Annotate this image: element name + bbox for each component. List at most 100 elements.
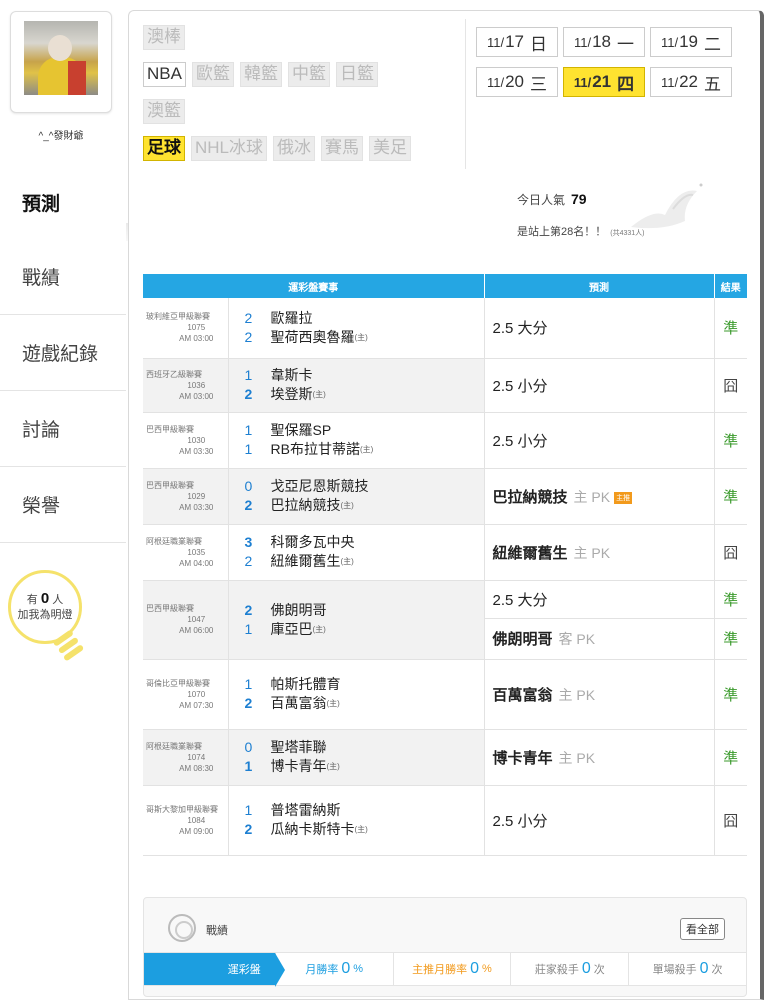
sport-tag[interactable]: 賽馬 xyxy=(321,136,364,161)
prediction-pick: 紐維爾舊生 xyxy=(492,544,568,562)
team-name[interactable]: 佛朗明哥 xyxy=(271,601,327,620)
sport-tag[interactable]: NHL冰球 xyxy=(191,136,268,161)
sport-tag[interactable]: 韓籃 xyxy=(239,62,282,87)
date-month: 11/ xyxy=(573,34,592,50)
league-name: 阿根廷職業聯賽 xyxy=(146,741,202,751)
stat-unit: % xyxy=(482,963,492,975)
see-all-button[interactable]: 看全部 xyxy=(680,918,725,940)
date-month: 11/ xyxy=(660,34,679,50)
stat-unit: % xyxy=(353,963,364,975)
sport-tag[interactable]: 歐籃 xyxy=(191,62,234,87)
sport-row: NBA 歐籃 韓籃 中籃 日籃 xyxy=(143,62,457,87)
league-name: 阿根廷職業聯賽 xyxy=(146,536,202,546)
team-score: 0 xyxy=(244,739,253,755)
team-name[interactable]: 科爾多瓦中央 xyxy=(271,533,355,552)
team-name[interactable]: 聖塔菲聯 xyxy=(271,738,327,757)
date-button[interactable]: 11/21 四 xyxy=(563,67,645,97)
team-home: 2 瓜納卡斯特卡 (主) xyxy=(245,820,484,839)
team-name[interactable]: 庫亞巴 xyxy=(271,620,313,639)
match-time: AM 03:30 xyxy=(179,502,214,512)
avatar[interactable] xyxy=(24,21,98,95)
league-name: 巴西甲級聯賽 xyxy=(146,424,194,434)
date-button[interactable]: 11/17 日 xyxy=(476,27,558,57)
league-cell: 哥斯大黎加甲級聯賽 1084 AM 09:00 xyxy=(143,785,229,856)
team-name[interactable]: RB布拉甘蒂諾 xyxy=(271,440,360,459)
stat-unit: 次 xyxy=(711,964,723,976)
match-time: AM 04:00 xyxy=(179,558,214,568)
team-home: 2 埃登斯 (主) xyxy=(245,385,484,404)
team-name[interactable]: 聖荷西奧魯羅 xyxy=(271,328,355,347)
date-button[interactable]: 11/20 三 xyxy=(476,67,558,97)
teams-cell: 0 戈亞尼恩斯競技 2 巴拉納競技 (主) xyxy=(228,468,485,525)
stat-unit: 次 xyxy=(593,964,605,976)
stats-bar: 運彩盤 月勝率 0% 主推月勝率 0% 莊家殺手 0 次單場殺手 0 次 xyxy=(144,952,746,987)
sidebar: ^_^發財爺 預測 戰績 遊戲紀錄 討論 榮譽 有 0 人 加我為明燈 xyxy=(0,0,128,1000)
sport-tag[interactable]: 俄冰 xyxy=(273,136,316,161)
stat-value: 0 xyxy=(341,960,351,977)
date-weekday: 一 xyxy=(617,34,635,54)
team-name[interactable]: 博卡青年 xyxy=(271,757,327,776)
nav-item-2[interactable]: 遊戲紀錄 xyxy=(0,315,126,391)
home-mark: (主) xyxy=(312,624,326,634)
team-score: 2 xyxy=(244,386,253,402)
result-cell: 準 xyxy=(714,412,747,469)
team-away: 1 聖保羅SP xyxy=(245,421,484,440)
league-cell: 巴西甲級聯賽 1029 AM 03:30 xyxy=(143,468,229,525)
stat-item[interactable]: 運彩盤 xyxy=(144,953,285,987)
team-name[interactable]: 百萬富翁 xyxy=(271,694,327,713)
home-mark: (主) xyxy=(340,501,354,510)
team-name[interactable]: 帕斯托體育 xyxy=(271,675,341,694)
sport-tag[interactable]: 美足 xyxy=(369,136,412,161)
team-name[interactable]: 歐羅拉 xyxy=(271,309,313,328)
nav-item-0[interactable]: 預測 xyxy=(0,165,126,239)
nav-item-1[interactable]: 戰績 xyxy=(0,239,126,315)
match-time: AM 03:00 xyxy=(179,391,214,401)
date-day: 19 xyxy=(679,32,699,51)
match-code: 1036 xyxy=(187,380,206,390)
date-button[interactable]: 11/19 二 xyxy=(650,27,732,57)
table-row: 玻利維亞甲級聯賽 1075 AM 03:00 2 歐羅拉 2 聖荷西奧魯羅 (主) 2.5 大分… xyxy=(143,298,747,359)
sport-tag[interactable]: 澳棒 xyxy=(143,25,185,50)
sport-tag[interactable]: 日籃 xyxy=(335,62,378,87)
team-name[interactable]: 巴拉納競技 xyxy=(271,496,341,515)
date-month: 11/ xyxy=(660,74,679,90)
team-score: 2 xyxy=(244,601,253,618)
team-name[interactable]: 普塔雷納斯 xyxy=(271,801,341,820)
league-cell: 阿根廷職業聯賽 1035 AM 04:00 xyxy=(143,524,229,581)
home-mark: (主) xyxy=(326,699,340,708)
sport-tag[interactable]: 足球 xyxy=(143,136,185,161)
nav-item-4[interactable]: 榮譽 xyxy=(0,467,126,543)
team-score: 2 xyxy=(244,497,253,513)
stat-item: 單場殺手 0 次 xyxy=(629,953,746,985)
team-name[interactable]: 紐維爾舊生 xyxy=(271,552,341,571)
date-selector: 11/17 日 11/18 一 11/19 二 11/20 三 11/21 四 11/22 五 xyxy=(465,19,761,169)
date-button[interactable]: 11/18 一 xyxy=(563,27,645,57)
team-score: 2 xyxy=(244,309,253,326)
prediction-pick: 博卡青年 xyxy=(492,749,553,767)
nav-item-3[interactable]: 討論 xyxy=(0,391,126,467)
league-name: 哥斯大黎加甲級聯賽 xyxy=(146,804,218,814)
league-name: 巴西甲級聯賽 xyxy=(146,480,194,490)
team-score: 1 xyxy=(244,422,253,438)
team-name[interactable]: 聖保羅SP xyxy=(271,421,332,440)
teams-cell: 1 普塔雷納斯 2 瓜納卡斯特卡 (主) xyxy=(228,785,485,856)
team-name[interactable]: 韋斯卡 xyxy=(271,366,313,385)
team-name[interactable]: 埃登斯 xyxy=(271,385,313,404)
team-name[interactable]: 瓜納卡斯特卡 xyxy=(271,820,355,839)
profile-nav: 預測 戰績 遊戲紀錄 討論 榮譽 xyxy=(0,165,126,543)
match-code: 1070 xyxy=(187,689,206,699)
prediction-cell: 2.5 小分 xyxy=(484,785,715,856)
team-home: 1 博卡青年 (主) xyxy=(245,757,484,776)
sport-tag[interactable]: 中籃 xyxy=(287,62,330,87)
result-cell: 準 xyxy=(714,468,747,525)
date-weekday: 日 xyxy=(530,34,548,54)
team-name[interactable]: 戈亞尼恩斯競技 xyxy=(271,477,369,496)
avatar-card[interactable] xyxy=(10,11,112,113)
sport-tag[interactable]: 澳籃 xyxy=(143,99,185,124)
team-away: 0 戈亞尼恩斯競技 xyxy=(245,477,484,496)
date-button[interactable]: 11/22 五 xyxy=(650,67,732,97)
username[interactable]: ^_^發財爺 xyxy=(0,127,122,142)
col-header-prediction: 預測 xyxy=(484,274,715,298)
sport-tag[interactable]: NBA xyxy=(143,62,186,87)
bulb-icon xyxy=(52,629,94,674)
